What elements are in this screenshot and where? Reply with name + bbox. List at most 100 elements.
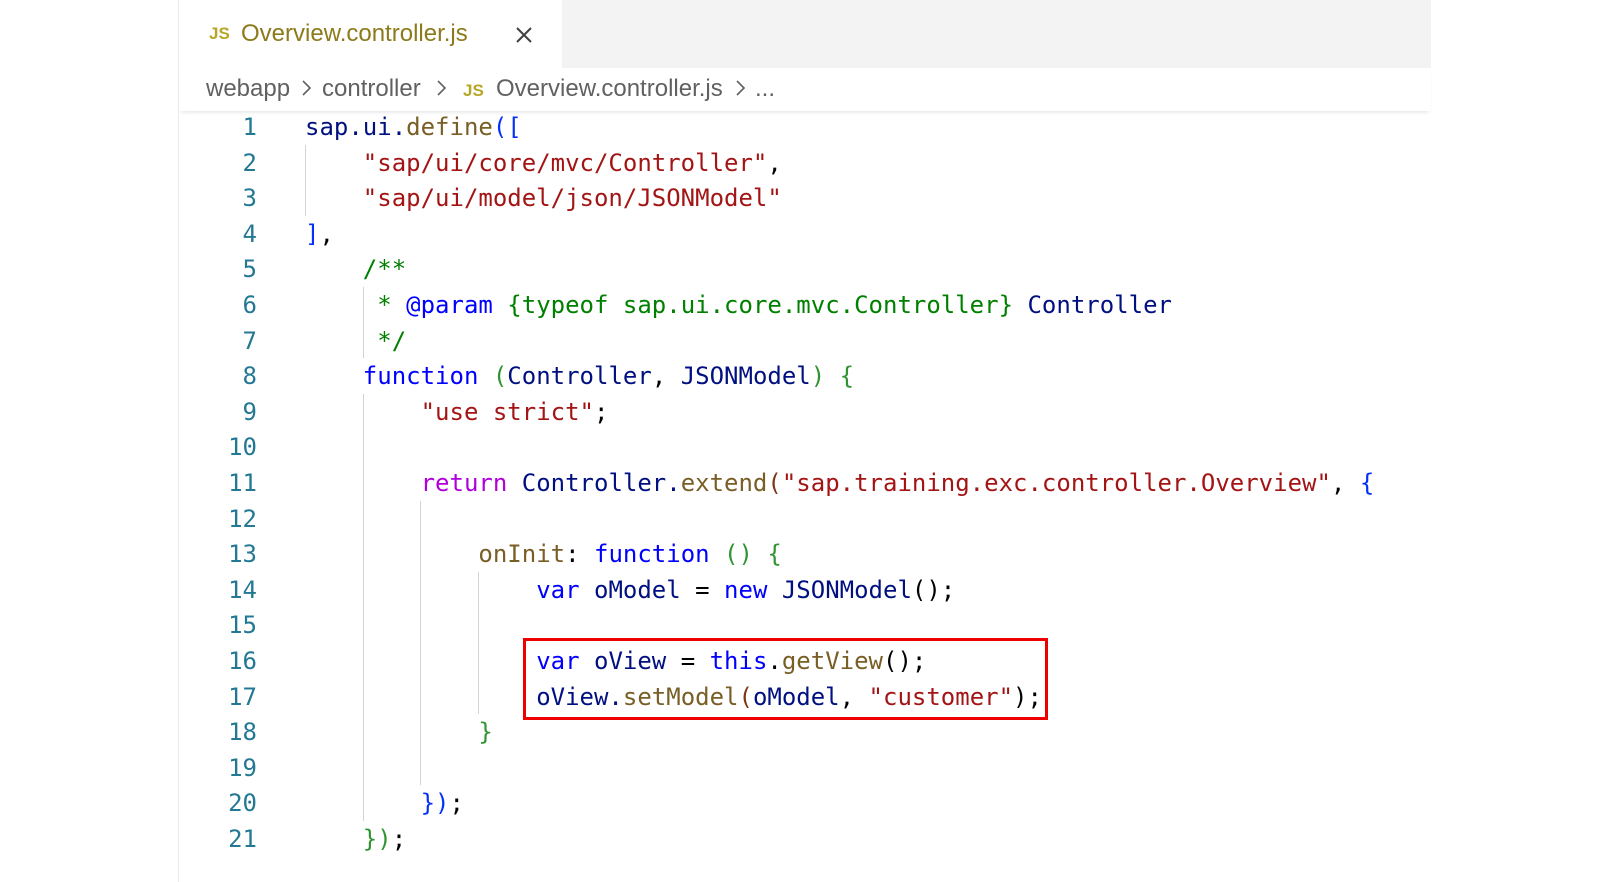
code-text: */ — [305, 323, 406, 359]
line-number: 3 — [242, 184, 257, 213]
indent-guide — [363, 393, 364, 821]
code-token: ] — [305, 219, 320, 248]
code-line[interactable]: 2 "sap/ui/core/mvc/Controller", — [179, 145, 1431, 181]
code-line[interactable]: 12 — [179, 501, 1431, 537]
code-token: return — [420, 469, 508, 497]
code-line[interactable]: 4], — [179, 216, 1431, 252]
code-line[interactable]: 5 /** — [179, 251, 1431, 287]
code-text: * @param {typeof sap.ui.core.mvc.Control… — [305, 287, 1172, 323]
line-number: 8 — [242, 362, 257, 391]
code-token: , — [1330, 469, 1360, 497]
line-number: 17 — [228, 682, 257, 711]
javascript-file-icon: JS — [209, 24, 230, 43]
code-token: @param — [406, 291, 493, 319]
code-text: return Controller.extend("sap.training.e… — [305, 465, 1375, 501]
code-line[interactable]: 20 }); — [179, 785, 1431, 821]
line-number: 19 — [228, 753, 257, 782]
code-editor[interactable]: JS Overview.controller.js webapp control… — [178, 0, 1431, 882]
code-token: { — [767, 540, 782, 569]
code-line[interactable]: 7 */ — [179, 323, 1431, 359]
tab-label: Overview.controller.js — [241, 20, 468, 47]
code-token: ( — [767, 469, 782, 497]
breadcrumb-item-symbol[interactable]: ... — [755, 75, 775, 103]
code-text: }); — [305, 785, 464, 821]
code-line[interactable]: 14 var oModel = new JSONModel(); — [179, 572, 1431, 608]
code-line[interactable]: 21 }); — [179, 821, 1431, 857]
javascript-file-icon: JS — [463, 81, 484, 100]
code-line[interactable]: 13 onInit: function () { — [179, 536, 1431, 572]
code-text: "sap/ui/core/mvc/Controller", — [305, 145, 782, 181]
code-token: , — [767, 148, 782, 177]
code-token: ; — [593, 397, 609, 426]
code-token: }) — [362, 825, 392, 853]
tab-bar: JS Overview.controller.js — [179, 0, 1431, 69]
code-area[interactable]: 1 sap.ui.define([2 "sap/ui/core/mvc/Contr… — [179, 111, 1431, 882]
breadcrumb: webapp controller JS Overview.controller… — [179, 69, 1431, 111]
code-text: "use strict"; — [305, 394, 609, 430]
code-token: new — [724, 575, 768, 604]
close-icon[interactable] — [509, 20, 539, 50]
code-line[interactable]: 10 — [179, 429, 1431, 465]
code-token: (); — [911, 575, 956, 604]
code-token: Controller — [1013, 291, 1172, 319]
line-number: 10 — [228, 433, 257, 462]
code-text: }); — [305, 821, 406, 857]
line-number: 9 — [242, 397, 257, 426]
code-text: function (Controller, JSONModel) { — [305, 358, 854, 394]
code-line[interactable]: 11 return Controller.extend("sap.trainin… — [179, 465, 1431, 501]
indent-guide — [305, 144, 306, 216]
code-line[interactable]: 1 sap.ui.define([ — [179, 109, 1431, 145]
code-token: "sap/ui/model/json/JSONModel" — [362, 184, 782, 213]
line-number: 16 — [228, 647, 257, 675]
tab-overview-controller[interactable]: JS Overview.controller.js — [179, 0, 562, 69]
code-token: function — [594, 540, 710, 569]
code-text: onInit: function () { — [305, 536, 782, 572]
line-number: 21 — [228, 825, 257, 853]
code-token: { — [839, 362, 855, 391]
code-token: Controller. — [507, 469, 681, 497]
code-line[interactable]: 8 function (Controller, JSONModel) { — [179, 358, 1431, 394]
line-number: 4 — [242, 219, 257, 248]
code-token: , — [651, 362, 681, 391]
code-line[interactable]: 3 "sap/ui/model/json/JSONModel" — [179, 180, 1431, 216]
breadcrumb-item-webapp[interactable]: webapp — [206, 75, 290, 103]
code-token: /** — [362, 255, 407, 284]
code-token: */ — [377, 326, 407, 355]
indent-guide — [478, 571, 479, 715]
line-number: 18 — [228, 718, 257, 747]
code-token: JSONModel — [767, 575, 912, 604]
code-line[interactable]: 6 * @param {typeof sap.ui.core.mvc.Contr… — [179, 287, 1431, 323]
code-token: oModel — [579, 575, 696, 604]
indent-guide — [420, 500, 421, 786]
code-token: } — [478, 718, 493, 747]
chevron-right-icon — [435, 77, 449, 99]
code-token: = — [695, 575, 710, 604]
code-line[interactable]: 19 — [179, 750, 1431, 786]
code-token: onInit — [478, 540, 566, 569]
line-number: 6 — [242, 291, 257, 319]
code-line[interactable]: 9 "use strict"; — [179, 394, 1431, 430]
line-number: 20 — [228, 789, 257, 818]
code-token: JSONModel — [680, 362, 811, 391]
code-text: ], — [305, 216, 334, 252]
line-number: 14 — [228, 575, 257, 604]
line-number: 1 — [242, 113, 257, 141]
code-token: }) — [420, 789, 450, 818]
line-number: 5 — [242, 255, 257, 284]
code-token: ( — [492, 362, 508, 391]
code-token: ) — [810, 362, 826, 391]
code-token: var — [536, 575, 580, 604]
code-token: extend — [680, 469, 768, 497]
code-token: "use strict" — [420, 397, 594, 426]
breadcrumb-item-file[interactable]: Overview.controller.js — [496, 75, 723, 103]
code-token: "sap.training.exc.controller.Overview" — [781, 469, 1331, 497]
breadcrumb-item-controller[interactable]: controller — [322, 75, 421, 103]
